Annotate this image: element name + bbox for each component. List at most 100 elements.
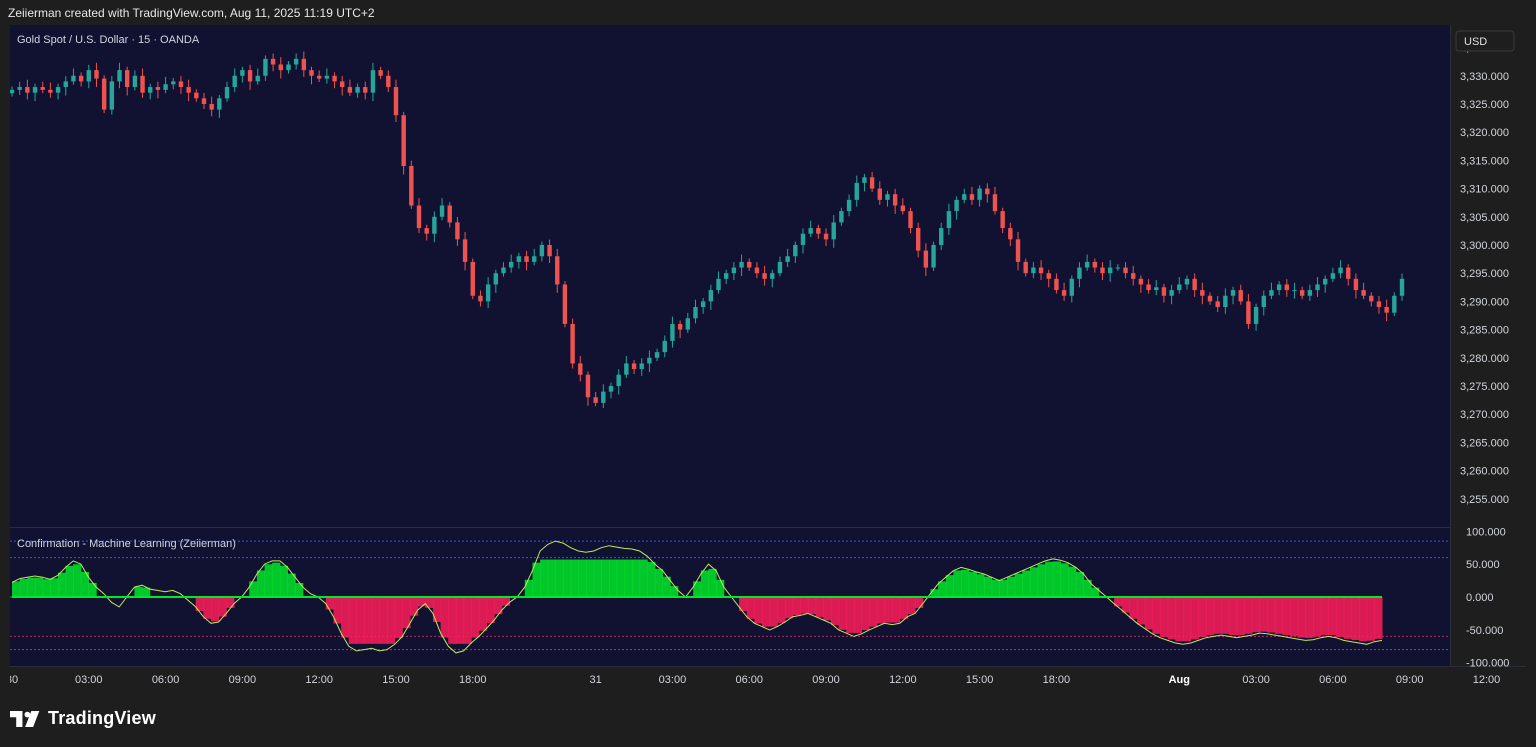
confirmation-fill-bar [425,597,434,608]
price-tick-label: 3,290.000 [1460,296,1509,308]
confirmation-fill-bar [608,559,618,597]
confirmation-fill-bar [1068,566,1077,597]
price-tick-label: 3,325.000 [1460,99,1509,111]
time-tick-label: 09:00 [229,674,257,686]
confirmation-fill-bar [869,597,878,627]
confirmation-fill-bar [1259,597,1268,632]
confirmation-fill-bar [279,565,289,597]
confirmation-fill-bar [65,565,74,597]
candle[interactable] [1392,292,1397,317]
confirmation-fill-bar [364,597,373,644]
confirmation-fill-bar [1205,597,1215,636]
time-tick-label: 09:00 [812,674,840,686]
price-tick-label: 3,305.000 [1460,212,1509,224]
confirmation-fill-bar [1167,597,1176,640]
price-axis[interactable]: 3,335.0003,330.0003,325.0003,320.0003,31… [1460,43,1509,506]
price-tick-label: 3,300.000 [1460,240,1509,252]
time-tick-label: 31 [590,674,602,686]
price-tick-label: 3,255.000 [1460,494,1509,506]
confirmation-fill-bar [501,597,510,606]
price-tick-label: 3,295.000 [1460,268,1509,280]
candle[interactable] [109,76,115,115]
confirmation-fill-bar [930,589,939,597]
confirmation-fill-bar [440,597,449,638]
confirmation-fill-bar [73,564,82,597]
oscillator-title: Confirmation - Machine Learning (Zeiierm… [17,538,236,550]
confirmation-fill-bar [1359,597,1368,642]
price-tick-label: 3,330.000 [1460,71,1509,83]
confirmation-fill-bar [448,597,457,644]
confirmation-fill-bar [1221,597,1230,634]
candle[interactable] [570,318,575,369]
confirmation-fill-bar [899,597,908,619]
confirmation-fill-bar [586,559,595,597]
candle[interactable] [470,258,475,300]
confirmation-fill-bar [1328,597,1337,636]
currency-label: USD [1464,36,1487,48]
confirmation-fill-bar [1190,597,1199,640]
confirmation-fill-bar [769,597,778,627]
price-tick-label: 3,310.000 [1460,184,1509,196]
confirmation-fill-bar [1290,597,1299,637]
chart-area[interactable]: 3,335.0003,330.0003,325.0003,320.0003,31… [10,25,1526,691]
chart-svg[interactable]: 3,335.0003,330.0003,325.0003,320.0003,31… [10,25,1526,691]
main-pane-background [10,25,1450,527]
confirmation-fill-bar [1075,572,1085,597]
confirmation-fill-bar [616,559,625,597]
price-tick-label: 3,270.000 [1460,409,1509,421]
time-tick-label: 18:00 [459,674,487,686]
time-tick-label: 12:00 [1473,674,1501,686]
confirmation-fill-bar [1351,597,1360,641]
price-tick-label: 3,260.000 [1460,466,1509,478]
confirmation-fill-bar [647,562,656,597]
confirmation-fill-bar [471,597,480,638]
confirmation-fill-bar [1014,573,1023,597]
confirmation-fill-bar [884,597,893,623]
confirmation-fill-bar [1228,597,1238,636]
confirmation-fill-bar [356,597,365,644]
price-tick-label: 3,275.000 [1460,381,1509,393]
time-axis[interactable]: 30 03:00 06:00 09:00 12:00 15:00 18:00 31 03:00 0… [10,674,1500,686]
confirmation-fill-bar [1183,597,1192,642]
confirmation-fill-bar [1297,597,1306,638]
oscillator-group [10,540,1450,654]
confirmation-fill-bar [777,597,786,623]
confirmation-fill-bar [716,579,725,597]
confirmation-fill-bar [654,568,664,597]
confirmation-fill-bar [907,597,916,615]
confirmation-fill-bar [57,572,67,597]
confirmation-fill-bar [463,597,472,644]
confirmation-fill-bar [249,581,258,597]
confirmation-fill-bar [953,570,962,597]
confirmation-fill-bar [1274,597,1284,634]
confirmation-fill-bar [1305,597,1314,638]
confirmation-fill-bar [861,597,870,631]
confirmation-fill-bar [1251,597,1261,633]
candle[interactable] [409,160,414,209]
tradingview-wordmark: TradingView [48,708,156,728]
confirmation-fill-bar [379,597,388,644]
time-tick-label: 09:00 [1396,674,1424,686]
confirmation-fill-bar [823,597,832,621]
confirmation-fill-bar [272,562,281,597]
confirmation-fill-bar [892,597,901,623]
confirmation-fill-bar [486,597,495,623]
confirmation-fill-bar [555,559,564,597]
tradingview-brand[interactable]: TradingView [10,708,156,729]
oscillator-tick-label: 100.000 [1466,526,1506,538]
confirmation-fill-bar [563,559,572,597]
confirmation-fill-bar [807,597,817,615]
candle[interactable] [562,281,568,328]
confirmation-fill-bar [976,574,985,597]
candle[interactable] [101,75,107,113]
confirmation-fill-bar [524,579,533,597]
confirmation-fill-bar [295,582,304,597]
oscillator-axis[interactable]: 100.000 50.000 0.000 -50.000 -100.000 [1466,526,1509,669]
confirmation-fill-bar [42,579,51,597]
candle[interactable] [931,241,936,271]
confirmation-fill-bar [991,579,1000,597]
candle[interactable] [401,111,406,175]
confirmation-fill-bar [348,597,357,644]
confirmation-fill-bar [693,581,702,597]
confirmation-fill-bar [670,586,679,597]
